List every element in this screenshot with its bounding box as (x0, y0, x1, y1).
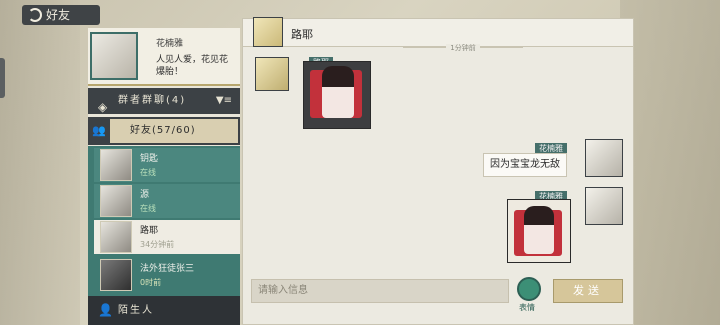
message-bubble[interactable]: 因为宝宝龙无敌 (483, 153, 567, 177)
sticker-figure (322, 66, 354, 118)
avatar (100, 221, 132, 253)
friends-label: 好友 (130, 125, 152, 136)
avatar[interactable] (585, 187, 623, 225)
group-chat-count: (4) (166, 95, 187, 106)
avatar[interactable] (253, 17, 283, 47)
list-item[interactable]: 路耶 34分钟前 (94, 220, 240, 254)
avatar (100, 259, 132, 291)
friends-header[interactable]: 👥 好友(57/60) (88, 117, 240, 145)
friend-status: 0时前 (140, 278, 162, 287)
friend-name: 源 (140, 190, 150, 200)
avatar[interactable] (255, 57, 289, 91)
friend-status: 在线 (140, 168, 156, 177)
friends-icon: 👥 (92, 124, 106, 137)
sticker-figure (524, 206, 554, 254)
avatar[interactable] (585, 139, 623, 177)
back-label: 好友 (46, 8, 71, 22)
friends-count: (57/60) (152, 125, 196, 136)
strangers-label: 陌生人 (118, 305, 154, 316)
list-item[interactable]: 源 在线 (94, 184, 240, 218)
side-tab-handle[interactable] (0, 58, 5, 98)
friends-panel: 花楠雅 人见人爱，花见花爆胎！ ◈ 群者群聊(4) ▼≡ 👥 好友(57/60)… (88, 28, 240, 325)
friend-name: 钥匙 (140, 154, 159, 164)
back-button[interactable]: 好友 (22, 5, 100, 25)
chat-header: 路耶 (243, 17, 633, 47)
message-input[interactable]: 请输入信息 (251, 279, 509, 303)
profile-signature: 人见人爱，花见花爆胎！ (156, 55, 229, 77)
send-button[interactable]: 发送 (553, 279, 623, 303)
friends-list: 钥匙 在线 源 在线 路耶 34分钟前 法外狂徒张三 0时前 (88, 146, 240, 296)
avatar (100, 149, 132, 181)
person-icon: 👤 (98, 303, 113, 317)
friend-name: 路耶 (140, 226, 159, 236)
avatar[interactable] (90, 32, 138, 80)
group-chat-label: 群者群聊 (118, 95, 166, 106)
friend-status: 34分钟前 (140, 240, 175, 249)
friend-status: 在线 (140, 204, 156, 213)
chat-title: 路耶 (291, 28, 313, 41)
group-chat-header[interactable]: ◈ 群者群聊(4) ▼≡ (88, 88, 240, 114)
list-item[interactable]: 钥匙 在线 (94, 148, 240, 182)
sticker-message[interactable] (303, 61, 371, 129)
avatar (100, 185, 132, 217)
strangers-header[interactable]: 👤 陌生人 (88, 296, 240, 325)
profile-name: 花楠雅 (156, 39, 184, 49)
sticker-message[interactable] (507, 199, 571, 263)
list-item[interactable]: 法外狂徒张三 0时前 (94, 258, 240, 292)
emoji-label: 表情 (519, 303, 535, 312)
emoji-icon[interactable] (517, 277, 541, 301)
back-arrow-icon (28, 8, 42, 22)
my-profile-card[interactable]: 花楠雅 人见人爱，花见花爆胎！ (88, 28, 240, 86)
filter-icon[interactable]: ▼≡ (216, 88, 232, 114)
chat-panel: 路耶 1分钟前 路耶 花楠雅 因为宝宝龙无敌 花楠雅 请输入信息 表情 发送 (242, 17, 634, 325)
friend-name: 法外狂徒张三 (140, 264, 195, 274)
timestamp: 1分钟前 (403, 44, 523, 58)
